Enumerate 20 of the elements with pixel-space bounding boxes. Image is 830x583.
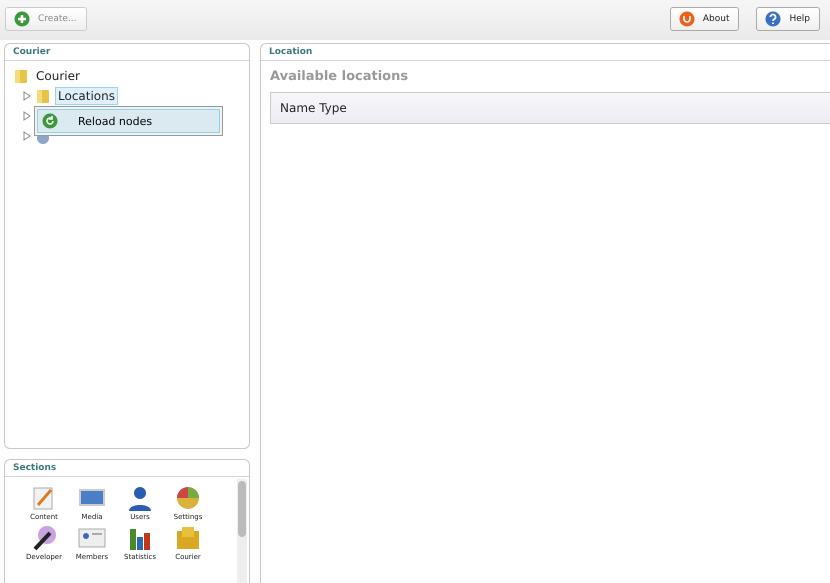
settings-icon	[174, 485, 202, 511]
panel-title: Location	[269, 47, 312, 57]
courier-icon	[174, 525, 202, 551]
panel-title: Sections	[13, 463, 56, 473]
folder-icon	[36, 88, 50, 104]
panel-title: Courier	[13, 47, 50, 57]
folder-icon	[14, 68, 28, 84]
help-button[interactable]: Help	[756, 6, 820, 30]
refresh-icon	[42, 113, 58, 129]
menu-item[interactable]: Reload nodes	[37, 109, 220, 133]
users-icon	[126, 485, 154, 511]
tree-item[interactable]: Courier	[33, 67, 83, 85]
logo-icon	[678, 10, 695, 26]
about-button[interactable]: About	[670, 6, 740, 30]
scrollbar[interactable]	[237, 479, 247, 583]
tree-item[interactable]: Locations	[55, 87, 118, 105]
help-icon	[765, 10, 782, 26]
plus-icon	[14, 10, 30, 26]
table-header: Name Type	[270, 92, 830, 124]
section-heading: Available locations	[269, 68, 410, 84]
